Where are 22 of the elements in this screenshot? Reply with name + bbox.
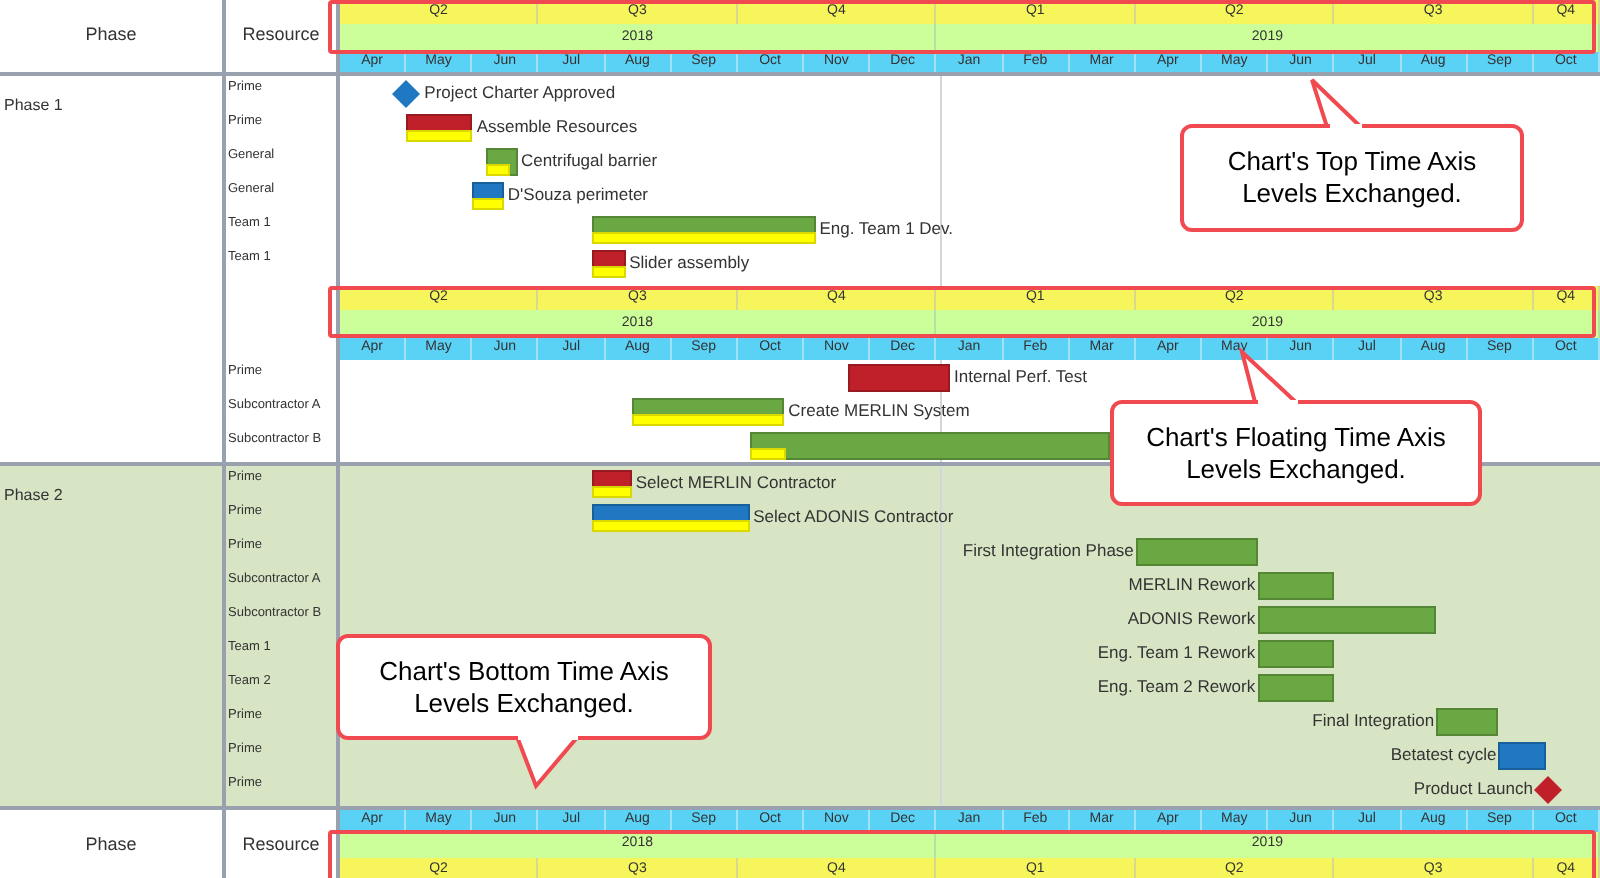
task-label: Slider assembly (629, 250, 750, 277)
phase-label: Phase 1 (4, 96, 63, 114)
task-label: Product Launch (1413, 776, 1533, 803)
task-label: D'Souza perimeter (507, 182, 649, 209)
task-label: Assemble Resources (476, 114, 638, 141)
task-label: Eng. Team 1 Dev. (819, 216, 954, 243)
task-label: Select ADONIS Contractor (753, 504, 954, 531)
task-label: Select MERLIN Contractor (635, 470, 837, 497)
task-label: Eng. Team 2 Rework (1097, 674, 1256, 701)
task-label: Create MERLIN System (788, 398, 970, 425)
task-label: Project Charter Approved (424, 80, 616, 107)
task-label: Final Integration (1312, 708, 1435, 735)
column-header: Phase (0, 0, 226, 72)
task-label: ADONIS Rework (1127, 606, 1256, 633)
task-label: First Integration Phase (962, 538, 1134, 565)
phase-label: Phase 2 (4, 486, 63, 504)
task-label: Eng. Team 1 Rework (1097, 640, 1256, 667)
task-label: Betatest cycle (1390, 742, 1497, 769)
column-header: Phase (0, 810, 226, 878)
task-label: Centrifugal barrier (521, 148, 658, 175)
task-label: Internal Perf. Test (954, 364, 1088, 391)
task-label: MERLIN Rework (1128, 572, 1256, 599)
